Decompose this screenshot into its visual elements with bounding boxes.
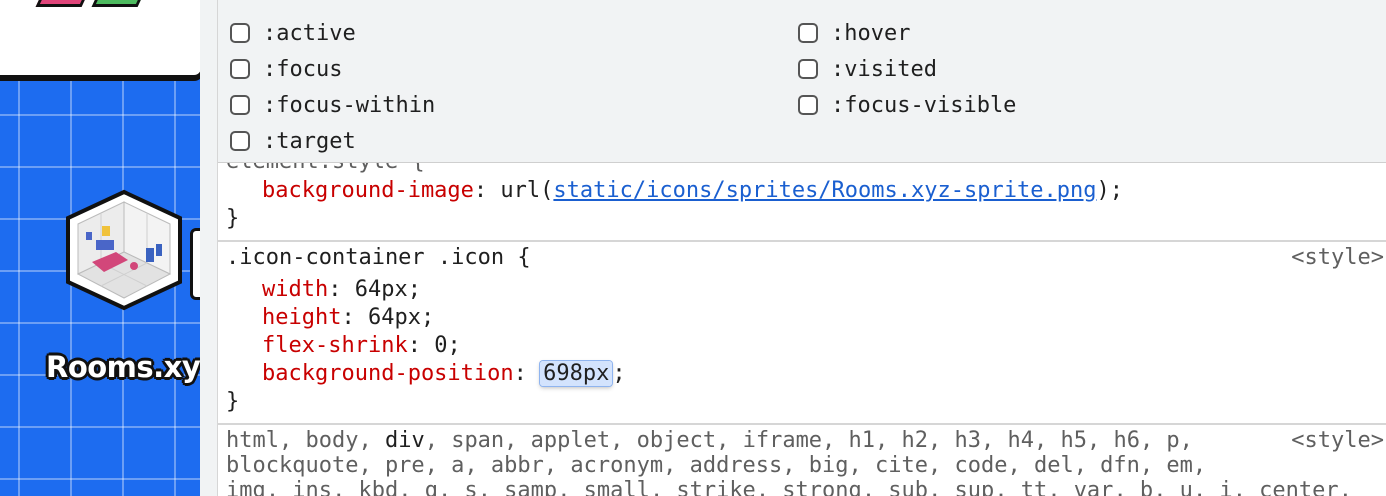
selector-matched: div <box>384 428 425 453</box>
declaration-height[interactable]: height: 64px; <box>262 304 434 332</box>
property-value[interactable]: 0 <box>434 333 447 358</box>
checkbox[interactable] <box>230 95 250 115</box>
state-label: :target <box>263 128 356 154</box>
adjacent-card[interactable] <box>190 228 200 300</box>
checkbox[interactable] <box>798 95 818 115</box>
rule-close-brace: } <box>226 206 240 231</box>
checkbox[interactable] <box>230 23 250 43</box>
declaration-background-image[interactable]: background-image: url(static/icons/sprit… <box>262 177 1123 205</box>
checkbox[interactable] <box>798 59 818 79</box>
rule-selector-line-1[interactable]: html, body, div, span, applet, object, i… <box>226 427 1193 455</box>
declaration-flex-shrink[interactable]: flex-shrink: 0; <box>262 332 461 360</box>
value-prefix: url( <box>500 178 554 203</box>
room-card-label[interactable]: Rooms.xy <box>46 350 200 384</box>
icon-container-rule: .icon-container .icon { <style> width: 6… <box>218 242 1386 425</box>
property-name[interactable]: flex-shrink <box>262 333 408 358</box>
force-element-state-panel: :active :hover :focus :visited :focus-wi… <box>218 0 1386 163</box>
declaration-width[interactable]: width: 64px; <box>262 276 421 304</box>
value-suffix: ); <box>1096 178 1123 203</box>
room-cube-icon[interactable] <box>62 188 186 312</box>
state-hover-toggle[interactable]: :hover <box>798 19 910 47</box>
reset-rule: html, body, div, span, applet, object, i… <box>218 425 1386 496</box>
checkbox[interactable] <box>230 59 250 79</box>
property-name[interactable]: background-position <box>262 361 514 386</box>
state-label: :active <box>263 20 356 46</box>
property-name[interactable]: width <box>262 277 328 302</box>
declaration-background-position[interactable]: background-position: 698px; <box>262 360 626 388</box>
selector-unmatched: , span, applet, object, iframe, h1, h2, … <box>424 428 1193 453</box>
value-edit-field[interactable]: 698px <box>540 361 613 386</box>
top-room-card[interactable] <box>0 0 200 78</box>
checkbox[interactable] <box>230 131 250 151</box>
panel-resize-gutter[interactable] <box>200 0 218 496</box>
state-visited-toggle[interactable]: :visited <box>798 55 937 83</box>
state-label: :hover <box>831 20 911 46</box>
pink-cube-icon <box>35 0 97 7</box>
devtools-styles-pane: :active :hover :focus :visited :focus-wi… <box>200 0 1386 496</box>
state-focus-within-toggle[interactable]: :focus-within <box>230 91 435 119</box>
element-style-rule: element.style { background-image: url(st… <box>218 163 1386 242</box>
rule-origin-link[interactable]: <style> <box>1291 244 1384 272</box>
rule-selector-line-2: blockquote, pre, a, abbr, acronym, addre… <box>226 453 1207 478</box>
state-target-toggle[interactable]: :target <box>230 127 356 155</box>
rule-close-brace: } <box>226 389 240 414</box>
green-cube-icon <box>91 0 153 7</box>
state-label: :focus <box>263 56 343 82</box>
state-label: :focus-within <box>263 92 436 118</box>
property-value[interactable]: 64px <box>355 277 408 302</box>
page-preview: Rooms.xy <box>0 0 200 496</box>
rule-origin-link[interactable]: <style> <box>1291 427 1384 455</box>
rule-selector[interactable]: .icon-container .icon { <box>226 244 531 272</box>
state-focus-visible-toggle[interactable]: :focus-visible <box>798 91 1016 119</box>
property-name[interactable]: background-image <box>262 178 474 203</box>
state-label: :focus-visible <box>831 92 1017 118</box>
selector-unmatched: html, body, <box>226 428 385 453</box>
state-focus-toggle[interactable]: :focus <box>230 55 342 83</box>
state-label: :visited <box>831 56 937 82</box>
sprite-url-link[interactable]: static/icons/sprites/Rooms.xyz-sprite.pn… <box>553 178 1096 203</box>
state-active-toggle[interactable]: :active <box>230 19 356 47</box>
property-value[interactable]: 64px <box>368 305 421 330</box>
checkbox[interactable] <box>798 23 818 43</box>
rule-selector-line-3: img, ins, kbd, q, s, samp, small, strike… <box>226 478 1352 496</box>
rule-selector: element.style { <box>226 163 425 176</box>
property-name[interactable]: height <box>262 305 341 330</box>
